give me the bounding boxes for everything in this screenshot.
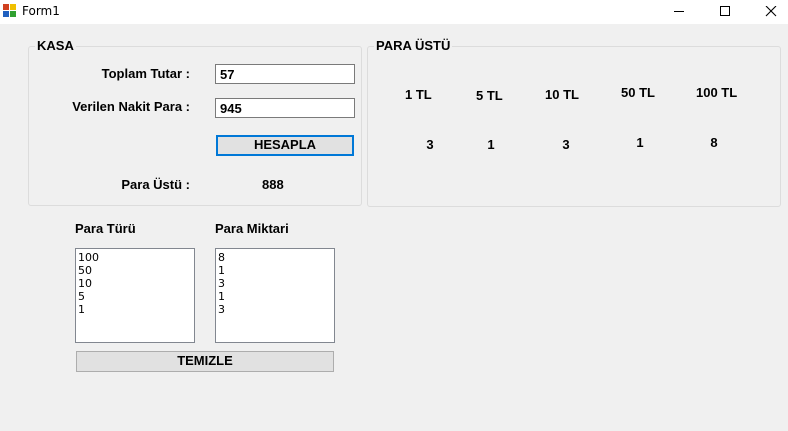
count-100tl: 8 <box>710 135 718 150</box>
count-1tl: 3 <box>426 137 434 152</box>
list-item[interactable]: 100 <box>78 251 192 264</box>
window-title: Form1 <box>22 4 60 18</box>
list-item[interactable]: 10 <box>78 277 192 290</box>
para-ustu-label: Para Üstü : <box>121 177 190 192</box>
list-item[interactable]: 5 <box>78 290 192 303</box>
list-item[interactable]: 1 <box>218 290 332 303</box>
header-50tl: 50 TL <box>621 85 655 100</box>
verilen-nakit-input[interactable] <box>215 98 355 118</box>
list-item[interactable]: 8 <box>218 251 332 264</box>
para-miktari-listbox[interactable]: 8 1 3 1 3 <box>215 248 335 343</box>
para-turu-listbox[interactable]: 100 50 10 5 1 <box>75 248 195 343</box>
header-100tl: 100 TL <box>696 85 738 100</box>
close-button[interactable] <box>748 0 788 24</box>
maximize-button[interactable] <box>702 0 748 24</box>
close-icon <box>765 6 777 17</box>
header-1tl: 1 TL <box>405 87 432 102</box>
verilen-nakit-label: Verilen Nakit Para : <box>72 99 190 114</box>
minimize-icon <box>674 11 684 12</box>
list-item[interactable]: 3 <box>218 277 332 290</box>
para-turu-label: Para Türü <box>75 221 136 236</box>
list-item[interactable]: 1 <box>78 303 192 316</box>
count-10tl: 3 <box>562 137 570 152</box>
para-ustu-group <box>367 46 781 207</box>
list-item[interactable]: 3 <box>218 303 332 316</box>
para-miktari-label: Para Miktari <box>215 221 289 236</box>
para-ustu-legend: PARA ÜSTÜ <box>374 38 453 53</box>
kasa-legend: KASA <box>35 38 76 53</box>
toplam-tutar-label: Toplam Tutar : <box>101 66 190 81</box>
list-item[interactable]: 50 <box>78 264 192 277</box>
minimize-button[interactable] <box>656 0 702 24</box>
header-5tl: 5 TL <box>476 88 503 103</box>
hesapla-button[interactable]: HESAPLA <box>216 135 354 156</box>
list-item[interactable]: 1 <box>218 264 332 277</box>
count-5tl: 1 <box>487 137 495 152</box>
title-bar: Form1 <box>0 0 788 24</box>
temizle-button[interactable]: TEMIZLE <box>76 351 334 372</box>
para-ustu-value: 888 <box>262 177 284 192</box>
maximize-icon <box>720 6 730 16</box>
toplam-tutar-input[interactable] <box>215 64 355 84</box>
app-icon <box>3 4 17 18</box>
count-50tl: 1 <box>636 135 644 150</box>
header-10tl: 10 TL <box>545 87 579 102</box>
